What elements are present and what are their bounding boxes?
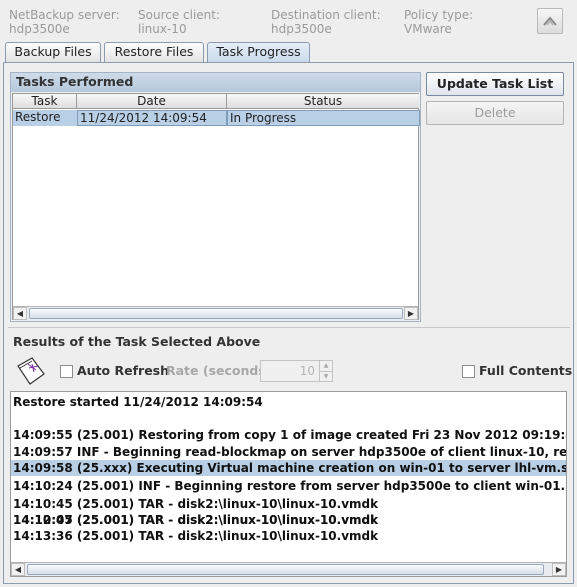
tasks-horizontal-scrollbar[interactable]: ◀ ▶ bbox=[13, 306, 418, 320]
tab-restore-files[interactable]: Restore Files bbox=[104, 42, 204, 62]
log-line: 14:10:24 (25.001) INF - Beginning restor… bbox=[13, 479, 566, 493]
results-log[interactable]: Restore started 11/24/2012 14:09:54 14:0… bbox=[10, 391, 567, 577]
auto-refresh-checkbox[interactable] bbox=[60, 365, 73, 378]
tab-backup-files[interactable]: Backup Files bbox=[5, 42, 101, 62]
auto-refresh-label[interactable]: Auto Refresh bbox=[77, 363, 169, 378]
log-line: Restore started 11/24/2012 14:09:54 bbox=[13, 395, 263, 409]
scroll-left-icon[interactable]: ◀ bbox=[13, 307, 27, 320]
netbackup-server-label: NetBackup server: bbox=[9, 8, 120, 22]
cell-date: 11/24/2012 14:09:54 bbox=[77, 110, 227, 126]
scroll-left-icon[interactable]: ◀ bbox=[11, 563, 25, 576]
cell-task: Restore bbox=[13, 110, 77, 126]
source-client-label: Source client: bbox=[138, 8, 221, 22]
results-title: Results of the Task Selected Above bbox=[13, 334, 261, 349]
column-header-status[interactable]: Status bbox=[227, 94, 419, 109]
cell-status: In Progress bbox=[227, 110, 420, 126]
log-line: 14:12:07 (25.001) TAR - disk2:\linux-10\… bbox=[13, 513, 379, 527]
policy-type-value: VMware bbox=[404, 22, 452, 36]
log-horizontal-scrollbar[interactable]: ◀ ▶ bbox=[11, 562, 566, 576]
column-header-date[interactable]: Date bbox=[77, 94, 227, 109]
tab-task-progress[interactable]: Task Progress bbox=[207, 42, 310, 63]
full-contents-checkbox[interactable] bbox=[462, 365, 475, 378]
tasks-performed-title: Tasks Performed bbox=[11, 73, 420, 92]
scroll-thumb[interactable] bbox=[27, 564, 544, 575]
scroll-thumb[interactable] bbox=[29, 308, 403, 319]
full-contents-label[interactable]: Full Contents bbox=[479, 363, 572, 378]
log-line-selected: 14:09:58 (25.xxx) Executing Virtual mach… bbox=[11, 460, 567, 476]
log-line: 14:13:36 (25.001) TAR - disk2:\linux-10\… bbox=[13, 529, 379, 543]
section-divider bbox=[8, 327, 570, 328]
policy-type-label: Policy type: bbox=[404, 8, 474, 22]
rate-spinner[interactable]: 10 ▲ ▼ bbox=[260, 360, 333, 382]
tab-label: Restore Files bbox=[114, 44, 194, 59]
tasks-table[interactable]: Task Date Status Restore 11/24/2012 14:0… bbox=[12, 93, 420, 320]
spinner-up-icon[interactable]: ▲ bbox=[319, 361, 332, 371]
scroll-right-icon[interactable]: ▶ bbox=[404, 307, 418, 320]
delete-button[interactable]: Delete bbox=[426, 101, 564, 125]
log-line: 14:09:55 (25.001) Restoring from copy 1 … bbox=[13, 428, 567, 442]
vmware-logo-icon[interactable] bbox=[537, 8, 563, 34]
destination-client-label: Destination client: bbox=[271, 8, 381, 22]
rate-value[interactable]: 10 bbox=[261, 361, 319, 381]
scroll-right-icon[interactable]: ▶ bbox=[552, 563, 566, 576]
log-line: 14:09:57 INF - Beginning read-blockmap o… bbox=[13, 445, 567, 459]
log-line: 14:10:45 (25.001) TAR - disk2:\linux-10\… bbox=[13, 497, 379, 511]
netbackup-server-value: hdp3500e bbox=[9, 22, 70, 36]
column-header-task[interactable]: Task bbox=[13, 94, 77, 109]
destination-client-value: hdp3500e bbox=[271, 22, 332, 36]
tasks-performed-box: Tasks Performed Task Date Status Restore… bbox=[10, 72, 421, 322]
tab-label: Backup Files bbox=[14, 44, 92, 59]
update-task-list-button[interactable]: Update Task List bbox=[426, 72, 564, 96]
tab-label: Task Progress bbox=[216, 44, 301, 59]
pages-icon bbox=[14, 354, 48, 388]
spinner-down-icon[interactable]: ▼ bbox=[319, 371, 332, 381]
source-client-value: linux-10 bbox=[138, 22, 187, 36]
